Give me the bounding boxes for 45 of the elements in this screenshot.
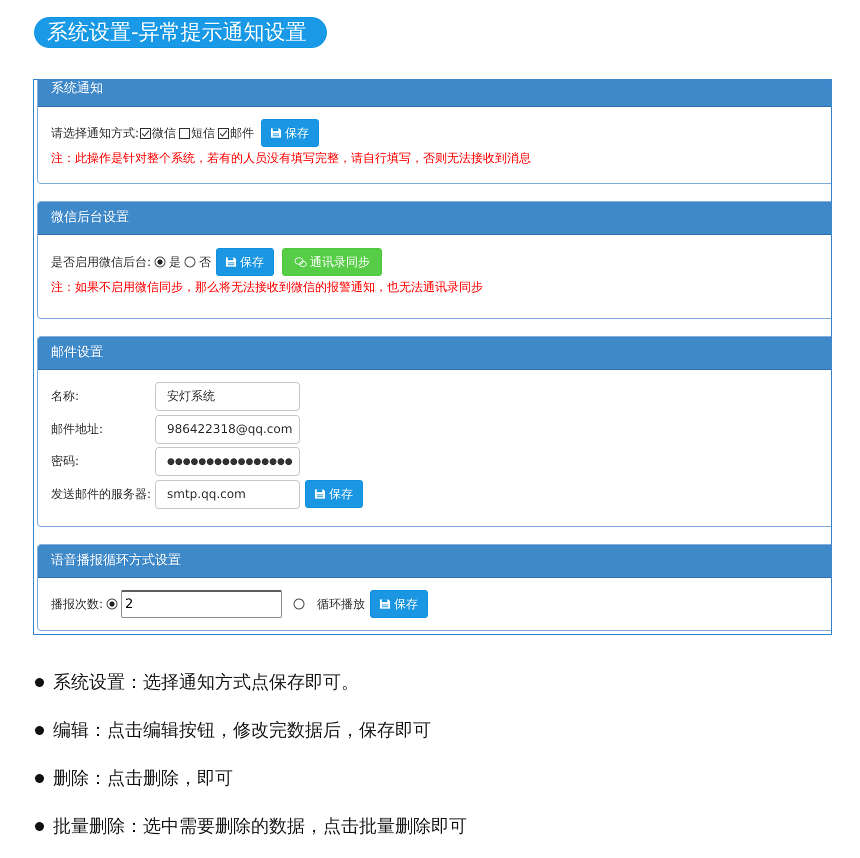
panel-header: 邮件设置 [38,337,831,370]
radio-button[interactable] [106,598,118,610]
field-label: 是否启用微信后台: [51,254,152,270]
warning-note: 注：如果不启用微信同步，那么将无法接收到微信的报警通知，也无法通讯录同步 [51,279,484,296]
input-field[interactable]: 986422318@qq.com [155,414,300,444]
field-label: 密码: [51,453,80,470]
checkbox[interactable] [179,128,190,138]
panel-header: 系统通知 [38,80,831,107]
field-label: 发送邮件的服务器: [51,486,152,502]
note-text: 编辑：点击编辑按钮，修改完数据后，保存即可 [53,719,431,742]
field-label: 邮件地址: [51,420,104,438]
option-label: 邮件 [230,124,254,142]
panel-header: 语音播报循环方式设置 [38,545,831,578]
option-label: 是 [169,254,182,270]
bullet-icon [35,774,44,782]
checkbox[interactable] [140,128,152,138]
page-title: 系统设置-异常提示通知设置 [34,17,327,48]
radio-button[interactable] [293,598,306,610]
note-text: 删除：点击删除，即可 [53,767,233,790]
bullet-icon [35,678,44,686]
input-field[interactable]: 安灯系统 [155,382,300,411]
bullet-icon [35,822,44,830]
bullet-icon [35,726,44,734]
save-icon [379,598,392,610]
option-label: 微信 [152,124,176,142]
field-label: 名称: [51,388,80,405]
note-text: 系统设置：选择通知方式点保存即可。 [53,671,359,694]
field-label: 请选择通知方式: [51,124,140,142]
radio-button[interactable] [184,256,196,268]
warning-note: 注：此操作是针对整个系统，若有的人员没有填写完整，请自行填写，否则无法接收到消息 [51,150,532,167]
option-label: 否 [199,254,212,270]
chat-icon [294,256,308,268]
option-label: 短信 [191,124,216,142]
radio-button[interactable] [154,256,166,268]
option-label: 循环播放 [317,596,366,612]
count-field[interactable]: 2 [121,590,282,618]
password-field[interactable]: ●●●●●●●●●●●●●●●● [155,447,300,476]
save-icon [314,488,326,500]
field-label: 播报次数: [51,596,104,612]
save-icon [270,127,282,139]
panel-header: 微信后台设置 [38,202,831,235]
checkbox[interactable] [218,128,230,138]
save-icon [225,256,238,268]
input-field[interactable]: smtp.qq.com [155,480,300,508]
note-text: 批量删除：选中需要删除的数据，点击批量删除即可 [53,815,467,838]
